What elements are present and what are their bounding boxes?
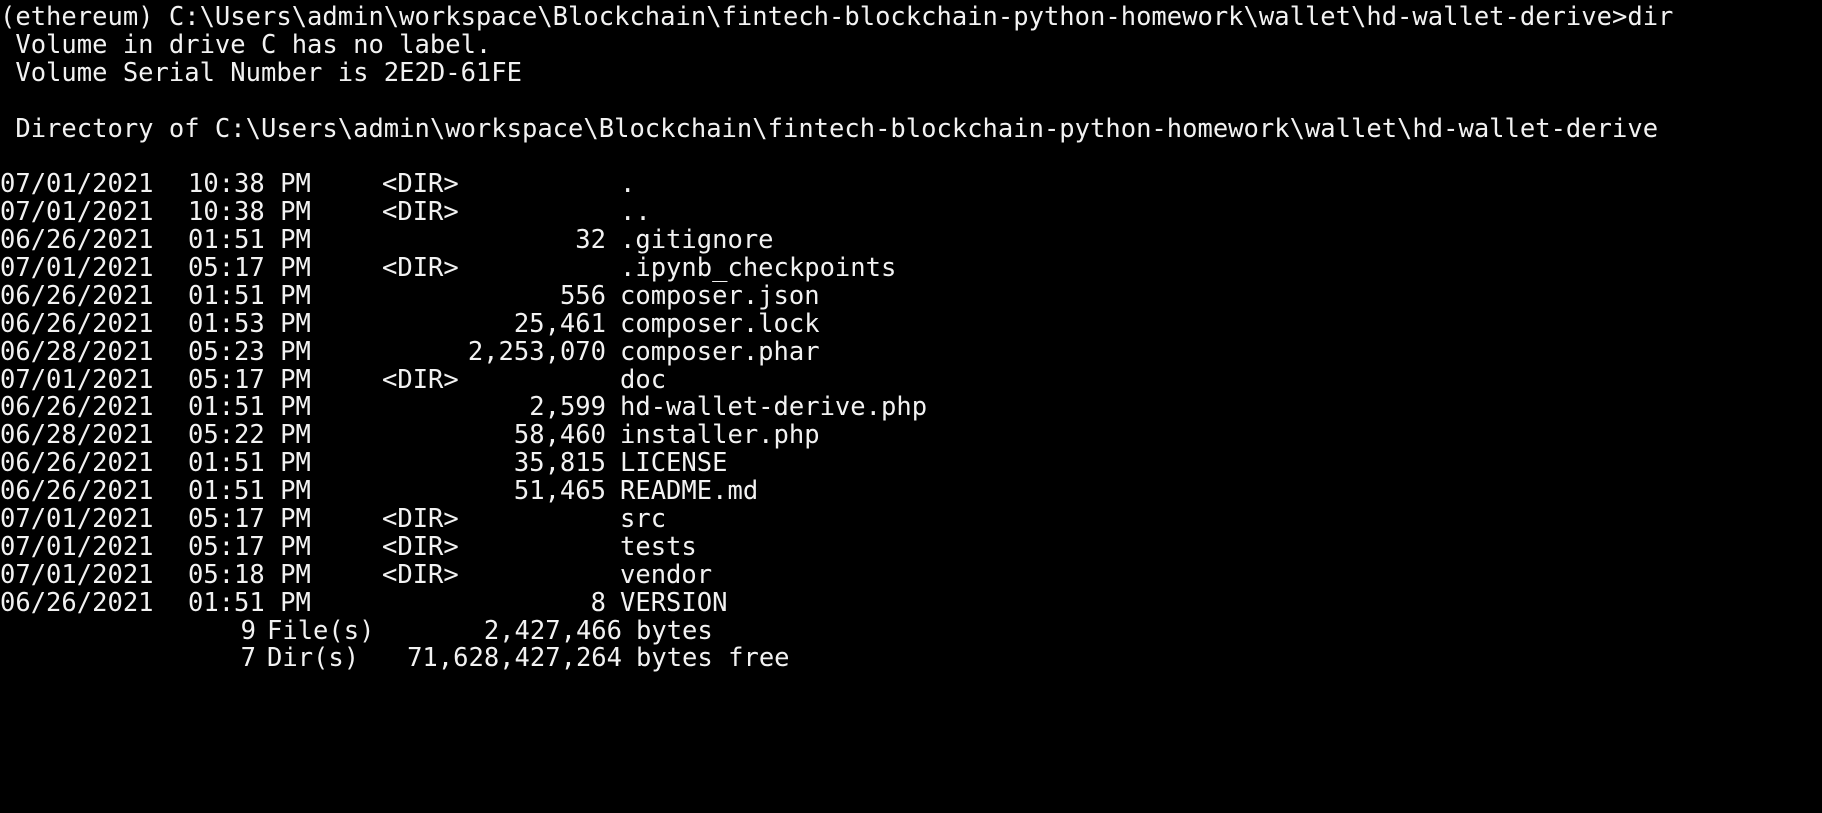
entry-date: 06/26/2021 (0, 225, 154, 256)
entry-date: 07/01/2021 (0, 559, 154, 590)
entry-size: 58,460 (513, 420, 606, 451)
entry-date: 06/26/2021 (0, 587, 154, 618)
listing-row: 07/01/2021 10:38 PM <DIR> . (0, 169, 1822, 200)
listing-row: 06/28/2021 05:23 PM 2,253,070 composer.p… (0, 336, 1822, 367)
listing-row: 06/28/2021 05:22 PM 58,460 installer.php (0, 420, 1822, 451)
entry-time: 01:51 PM (188, 448, 311, 479)
listing-row: 06/26/2021 01:51 PM 32 .gitignore (0, 225, 1822, 256)
entry-date: 06/28/2021 (0, 336, 154, 367)
entry-date: 07/01/2021 (0, 364, 154, 395)
entry-date: 06/26/2021 (0, 476, 154, 507)
entry-name: LICENSE (620, 448, 728, 479)
entry-dir-marker: <DIR> (382, 197, 459, 228)
entry-size: 2,253,070 (467, 336, 606, 367)
console-window[interactable]: (ethereum) C:\Users\admin\workspace\Bloc… (0, 0, 1822, 702)
entry-time: 01:51 PM (188, 225, 311, 256)
entry-time: 01:51 PM (188, 280, 311, 311)
listing-row: 07/01/2021 05:17 PM <DIR> .ipynb_checkpo… (0, 253, 1822, 284)
dirs-summary-line: 7 Dir(s) 71,628,427,264 bytes free (0, 645, 1822, 673)
entry-time: 05:17 PM (188, 531, 311, 562)
files-unit: bytes (636, 615, 713, 646)
entry-time: 10:38 PM (188, 197, 311, 228)
entry-date: 06/26/2021 (0, 392, 154, 423)
entry-name: doc (620, 364, 667, 395)
entry-dir-marker: <DIR> (382, 169, 459, 200)
entry-time: 05:22 PM (188, 420, 311, 451)
entry-dir-marker: <DIR> (382, 253, 459, 284)
entry-name: .ipynb_checkpoints (620, 253, 897, 284)
dirs-kind: Dir(s) (267, 643, 360, 674)
entry-size: 2,599 (529, 392, 606, 423)
entry-time: 05:18 PM (188, 559, 311, 590)
entry-size: 32 (575, 225, 606, 256)
entry-time: 01:53 PM (188, 308, 311, 339)
entry-size: 51,465 (513, 476, 606, 507)
command-prompt-line: (ethereum) C:\Users\admin\workspace\Bloc… (0, 2, 1674, 32)
entry-date: 07/01/2021 (0, 169, 154, 200)
entry-date: 06/26/2021 (0, 308, 154, 339)
entry-date: 07/01/2021 (0, 253, 154, 284)
listing-row: 07/01/2021 05:18 PM <DIR> vendor (0, 559, 1822, 590)
dirs-count: 7 (240, 643, 256, 674)
entry-date: 06/26/2021 (0, 448, 154, 479)
files-bytes: 2,427,466 (483, 615, 622, 646)
entry-name: VERSION (620, 587, 728, 618)
entry-time: 05:17 PM (188, 364, 311, 395)
volume-serial-line: Volume Serial Number is 2E2D-61FE (0, 57, 522, 88)
entry-name: composer.json (620, 280, 820, 311)
entry-name: .gitignore (620, 225, 774, 256)
entry-name: vendor (620, 559, 713, 590)
entry-name: hd-wallet-derive.php (620, 392, 928, 423)
entry-time: 05:17 PM (188, 253, 311, 284)
entry-time: 01:51 PM (188, 476, 311, 507)
entry-time: 01:51 PM (188, 587, 311, 618)
entry-name: tests (620, 531, 697, 562)
entry-date: 06/28/2021 (0, 420, 154, 451)
entry-name: installer.php (620, 420, 820, 451)
listing-row: 07/01/2021 10:38 PM <DIR> .. (0, 197, 1822, 228)
listing-row: 07/01/2021 05:17 PM <DIR> src (0, 504, 1822, 535)
listing-row: 06/26/2021 01:51 PM 2,599 hd-wallet-deri… (0, 394, 1822, 422)
entry-dir-marker: <DIR> (382, 559, 459, 590)
entry-name: .. (620, 197, 651, 228)
entry-date: 07/01/2021 (0, 504, 154, 535)
entry-size: 8 (590, 587, 606, 618)
listing-row: 07/01/2021 05:17 PM <DIR> tests (0, 531, 1822, 562)
directory-of-line: Directory of C:\Users\admin\workspace\Bl… (0, 113, 1659, 144)
files-summary-line: 9 File(s) 2,427,466 bytes (0, 615, 1822, 646)
entry-time: 10:38 PM (188, 169, 311, 200)
entry-date: 06/26/2021 (0, 280, 154, 311)
listing-row: 06/26/2021 01:51 PM 51,465 README.md (0, 476, 1822, 507)
entry-time: 01:51 PM (188, 392, 311, 423)
listing-row: 06/26/2021 01:51 PM 556 composer.json (0, 280, 1822, 311)
entry-date: 07/01/2021 (0, 197, 154, 228)
listing-row: 06/26/2021 01:53 PM 25,461 composer.lock (0, 308, 1822, 339)
dirs-bytes-free: 71,628,427,264 (407, 643, 622, 674)
listing-row: 06/26/2021 01:51 PM 35,815 LICENSE (0, 448, 1822, 479)
entry-name: . (620, 169, 636, 200)
files-count: 9 (240, 615, 256, 646)
entry-name: README.md (620, 476, 759, 507)
entry-name: composer.lock (620, 308, 820, 339)
listing-row: 06/26/2021 01:51 PM 8 VERSION (0, 587, 1822, 618)
files-kind: File(s) (267, 615, 375, 646)
entry-dir-marker: <DIR> (382, 364, 459, 395)
dirs-unit: bytes free (636, 643, 790, 674)
entry-time: 05:23 PM (188, 336, 311, 367)
entry-name: composer.phar (620, 336, 820, 367)
listing-row: 07/01/2021 05:17 PM <DIR> doc (0, 364, 1822, 395)
entry-size: 35,815 (513, 448, 606, 479)
volume-label-line: Volume in drive C has no label. (0, 29, 492, 60)
entry-size: 25,461 (513, 308, 606, 339)
entry-size: 556 (559, 280, 606, 311)
entry-dir-marker: <DIR> (382, 504, 459, 535)
entry-dir-marker: <DIR> (382, 531, 459, 562)
entry-name: src (620, 504, 667, 535)
entry-date: 07/01/2021 (0, 531, 154, 562)
entry-time: 05:17 PM (188, 504, 311, 535)
directory-listing: 07/01/2021 10:38 PM <DIR> . 07/01/2021 1… (0, 169, 1822, 618)
